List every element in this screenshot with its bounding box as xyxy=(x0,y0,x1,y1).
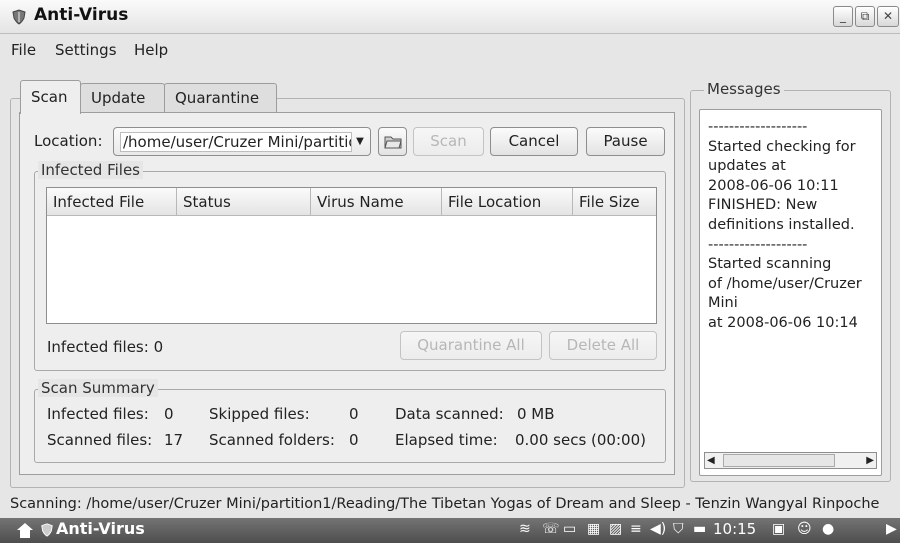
maximize-icon: ⧉ xyxy=(860,9,870,23)
column-header-file-size[interactable]: File Size xyxy=(573,188,656,216)
shield-icon xyxy=(41,523,53,537)
messages-horizontal-scrollbar[interactable]: ◀ ▶ xyxy=(704,452,877,469)
volume-icon[interactable]: ◀) xyxy=(650,521,666,537)
menu-file[interactable]: File xyxy=(11,41,36,59)
messages-text: ------------------- Started checking for… xyxy=(708,118,880,334)
scan-summary-group xyxy=(34,389,666,463)
message-line: at 2008-06-06 10:14 xyxy=(708,314,858,331)
message-line: Started scanning xyxy=(708,256,832,273)
location-label: Location: xyxy=(34,132,103,150)
menu-help[interactable]: Help xyxy=(134,41,168,59)
wifi-icon[interactable]: ≋ xyxy=(519,521,531,537)
keyboard-icon[interactable]: ▦ xyxy=(587,521,600,537)
column-header-status[interactable]: Status xyxy=(177,188,311,216)
drive-icon[interactable]: ▬ xyxy=(693,521,706,537)
quarantine-all-button[interactable]: Quarantine All xyxy=(400,331,542,360)
home-icon[interactable] xyxy=(16,522,34,539)
summary-data-scanned-value: 0 MB xyxy=(517,405,555,423)
menu-settings[interactable]: Settings xyxy=(55,41,117,59)
column-header-infected-file[interactable]: Infected File xyxy=(47,188,177,216)
summary-data-scanned-label: Data scanned: xyxy=(395,405,504,423)
column-header-file-location[interactable]: File Location xyxy=(442,188,573,216)
minimize-button[interactable]: _ xyxy=(833,6,853,27)
cancel-button[interactable]: Cancel xyxy=(490,127,578,156)
arrow-right-icon[interactable]: ▶ xyxy=(886,521,897,537)
summary-infected-files-value: 0 xyxy=(164,405,174,423)
scroll-thumb[interactable] xyxy=(723,454,835,467)
close-icon: ✕ xyxy=(882,9,894,23)
network-icon[interactable]: ☏ xyxy=(542,521,560,537)
summary-elapsed-time-value: 0.00 secs (00:00) xyxy=(515,431,646,449)
input-method-icon[interactable]: ▨ xyxy=(609,521,622,537)
summary-scanned-folders-value: 0 xyxy=(349,431,359,449)
status-bar: Scanning: /home/user/Cruzer Mini/partiti… xyxy=(10,496,880,512)
close-button[interactable]: ✕ xyxy=(877,6,899,27)
messages-group-label: Messages xyxy=(704,80,784,98)
display-icon[interactable]: ▣ xyxy=(772,521,785,537)
scan-summary-group-label: Scan Summary xyxy=(38,379,158,397)
taskbar-task-antivirus[interactable]: Anti-Virus xyxy=(56,519,145,538)
scroll-right-icon[interactable]: ▶ xyxy=(866,453,874,468)
summary-scanned-files-value: 17 xyxy=(164,431,184,449)
column-header-virus-name[interactable]: Virus Name xyxy=(311,188,442,216)
scan-button[interactable]: Scan xyxy=(413,127,484,156)
summary-scanned-folders-label: Scanned folders: xyxy=(209,431,335,449)
infected-files-group-label: Infected Files xyxy=(38,161,144,179)
tab-scan-label: Scan xyxy=(31,88,68,106)
battery-icon[interactable]: ▭ xyxy=(563,521,576,537)
summary-elapsed-time-label: Elapsed time: xyxy=(395,431,498,449)
tab-update-label: Update xyxy=(91,89,146,107)
taskbar: Anti-Virus ≋ ☏ ▭ ▦ ▨ ≡ ◀) ⛉ ▬ 10:15 ▣ ☺ … xyxy=(0,518,900,543)
minimize-icon: _ xyxy=(840,9,846,23)
maximize-button[interactable]: ⧉ xyxy=(855,6,875,27)
summary-skipped-files-value: 0 xyxy=(349,405,359,423)
message-line: definitions installed. xyxy=(708,216,855,233)
delete-all-button[interactable]: Delete All xyxy=(549,331,657,360)
summary-infected-files-label: Infected files: xyxy=(47,405,149,423)
infected-files-table[interactable]: Infected File Status Virus Name File Loc… xyxy=(46,187,657,324)
message-line: Mini xyxy=(708,295,738,312)
scroll-left-icon[interactable]: ◀ xyxy=(707,453,715,468)
chevron-down-icon[interactable]: ▼ xyxy=(353,132,367,152)
summary-scanned-files-label: Scanned files: xyxy=(47,431,153,449)
message-line: updates at xyxy=(708,158,786,175)
message-line: ------------------- xyxy=(708,236,808,253)
message-line: Started checking for xyxy=(708,138,856,155)
pause-button[interactable]: Pause xyxy=(586,127,665,156)
message-line: 2008-06-06 10:11 xyxy=(708,177,839,194)
location-input[interactable]: /home/user/Cruzer Mini/partition1 xyxy=(120,132,352,152)
power-icon[interactable]: ● xyxy=(822,521,834,537)
shield-icon[interactable]: ⛉ xyxy=(673,521,684,537)
window-title: Anti-Virus xyxy=(34,5,129,25)
browse-button[interactable] xyxy=(378,127,407,156)
clock[interactable]: 10:15 xyxy=(713,520,756,538)
tab-quarantine[interactable]: Quarantine xyxy=(164,83,277,113)
message-line: ------------------- xyxy=(708,119,808,135)
messages-log[interactable]: ------------------- Started checking for… xyxy=(699,109,882,476)
notes-icon[interactable]: ≡ xyxy=(630,521,642,537)
folder-icon xyxy=(383,136,402,149)
tab-scan[interactable]: Scan xyxy=(20,80,81,114)
tab-update[interactable]: Update xyxy=(80,83,165,113)
message-line: of /home/user/Cruzer xyxy=(708,275,862,292)
infected-count-label: Infected files: 0 xyxy=(47,338,164,356)
smiley-icon[interactable]: ☺ xyxy=(797,521,812,537)
location-combobox[interactable]: /home/user/Cruzer Mini/partition1 ▼ xyxy=(113,127,371,156)
shield-icon xyxy=(12,9,26,25)
menu-bar: File Settings Help xyxy=(0,34,900,64)
message-line: FINISHED: New xyxy=(708,197,818,214)
summary-skipped-files-label: Skipped files: xyxy=(209,405,310,423)
title-bar: Anti-Virus _ ⧉ ✕ xyxy=(0,0,900,34)
tab-quarantine-label: Quarantine xyxy=(175,89,260,107)
